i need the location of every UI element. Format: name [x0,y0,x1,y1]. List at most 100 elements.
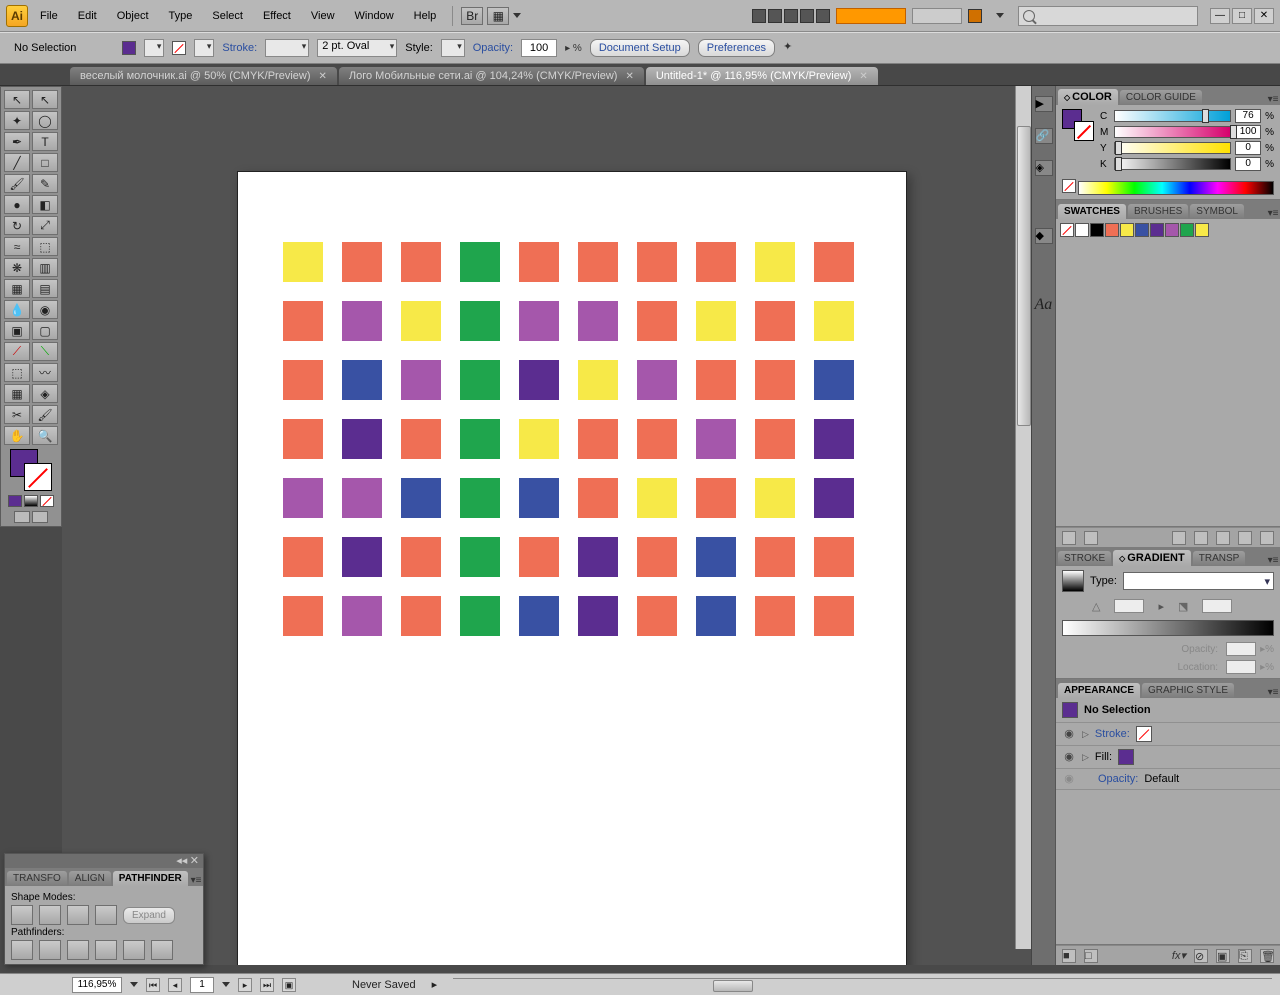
swatch[interactable] [1150,223,1164,237]
rectangle-tool[interactable]: □ [32,153,58,172]
tab-graphic-styles[interactable]: GRAPHIC STYLE [1142,683,1234,698]
doc-tab[interactable]: веселый молочник.ai @ 50% (CMYK/Preview)… [70,67,337,85]
grid-square[interactable] [283,301,323,341]
tab-stroke[interactable]: STROKE [1058,551,1111,566]
expand-icon[interactable]: ▷ [1082,752,1089,763]
grid-square[interactable] [696,478,736,518]
panel-menu-icon[interactable]: ▾≡ [1266,555,1280,566]
swatch[interactable] [1120,223,1134,237]
scale-tool[interactable]: ⤢ [32,216,58,235]
paintbrush-tool[interactable]: 🖌 [4,174,30,193]
grid-square[interactable] [519,242,559,282]
footer-icon[interactable]: ■ [1062,949,1076,963]
crop-button[interactable] [95,940,117,960]
grid-square[interactable] [814,596,854,636]
appearance-stroke-swatch[interactable] [1136,726,1152,742]
tab-swatches[interactable]: SWATCHES [1058,204,1126,219]
close-button[interactable]: ✕ [1254,8,1274,24]
stroke-swatch[interactable] [172,41,186,55]
appearance-fill-swatch[interactable] [1118,749,1134,765]
close-icon[interactable]: ✕ [859,71,867,82]
doc-tab[interactable]: Untitled-1* @ 116,95% (CMYK/Preview)✕ [646,67,878,85]
swatch[interactable] [1195,223,1209,237]
gradient-location-input[interactable] [1226,660,1256,674]
color-slider[interactable] [1114,142,1231,154]
blend-tool[interactable]: ◉ [32,300,58,319]
panel-titlebar[interactable]: ◂◂ ✕ [5,854,203,868]
footer-icon[interactable] [1062,531,1076,545]
menu-select[interactable]: Select [204,6,251,26]
swatch[interactable] [1090,223,1104,237]
grid-square[interactable] [814,360,854,400]
fx-icon[interactable]: fx▾ [1172,949,1186,962]
swatch[interactable] [1135,223,1149,237]
tab-gradient[interactable]: ◇GRADIENT [1113,550,1191,566]
color-slider[interactable] [1114,110,1231,122]
grid-square[interactable] [519,301,559,341]
zoom-input[interactable] [72,977,122,993]
grid-square[interactable] [578,537,618,577]
grid-square[interactable] [519,537,559,577]
screen-mode-full[interactable] [32,511,48,523]
grid-square[interactable] [637,242,677,282]
magic-wand-tool[interactable]: ✦ [4,111,30,130]
zoom-dropdown-icon[interactable] [130,982,138,987]
gradient-tool[interactable]: ▤ [32,279,58,298]
grid-square[interactable] [283,360,323,400]
tab-transparency[interactable]: TRANSP [1193,551,1246,566]
grid-square[interactable] [519,478,559,518]
grid-square[interactable] [519,596,559,636]
grid-square[interactable] [342,537,382,577]
panel-fill-stroke[interactable] [1062,109,1094,141]
arrange-docs-icon[interactable]: ▦ [487,7,509,25]
opacity-input[interactable] [521,39,557,57]
workspace-close-icon[interactable] [968,9,982,23]
ws-icon[interactable] [768,9,782,23]
screen-mode-normal[interactable] [14,511,30,523]
grid-square[interactable] [342,596,382,636]
status-dropdown-icon[interactable]: ▸ [432,978,438,991]
blob-brush-tool[interactable]: ● [4,195,30,214]
delete-swatch-icon[interactable] [1260,531,1274,545]
grid-square[interactable] [578,242,618,282]
grid-square[interactable] [283,596,323,636]
tab-transform[interactable]: TRANSFO [7,871,67,886]
grid-square[interactable] [519,419,559,459]
gradient-type-select[interactable] [1123,572,1274,590]
prev-page-button[interactable]: ◂ [168,978,182,992]
grid-square[interactable] [342,478,382,518]
grid-square[interactable] [755,301,795,341]
appearance-stroke-label[interactable]: Stroke: [1095,728,1130,740]
scrollbar-thumb[interactable] [713,980,753,992]
artboard-nav-icon[interactable]: ▣ [282,978,296,992]
arrange-dropdown-icon[interactable] [513,13,521,18]
search-input[interactable] [1018,6,1198,26]
vertical-scrollbar[interactable] [1015,86,1031,949]
tab-color-guide[interactable]: COLOR GUIDE [1120,90,1202,105]
close-icon[interactable]: ✕ [625,71,633,82]
grid-square[interactable] [578,419,618,459]
divide-button[interactable] [11,940,33,960]
stroke-color-swatch[interactable] [24,463,52,491]
intersect-button[interactable] [67,905,89,925]
outline-button[interactable] [123,940,145,960]
trim-button[interactable] [39,940,61,960]
grid-square[interactable] [460,301,500,341]
last-page-button[interactable]: ⏭ [260,978,274,992]
grid-square[interactable] [637,537,677,577]
symbol-sprayer-tool[interactable]: ❋ [4,258,30,277]
expand-button[interactable]: Expand [123,907,175,924]
color-spectrum[interactable] [1078,181,1274,195]
menu-help[interactable]: Help [406,6,445,26]
slice-select-tool[interactable]: 〰 [32,363,58,382]
grid-square[interactable] [460,596,500,636]
ws-icon[interactable] [816,9,830,23]
grid-square[interactable] [401,478,441,518]
grid-square[interactable] [637,478,677,518]
color-value-input[interactable]: 0 [1235,157,1261,171]
hand-tool[interactable]: ✋ [4,426,30,445]
color-mode-gradient[interactable] [24,495,38,507]
footer-icon[interactable]: ⊘ [1194,949,1208,963]
grid-square[interactable] [755,478,795,518]
perspective-select-tool[interactable]: ◈ [32,384,58,403]
